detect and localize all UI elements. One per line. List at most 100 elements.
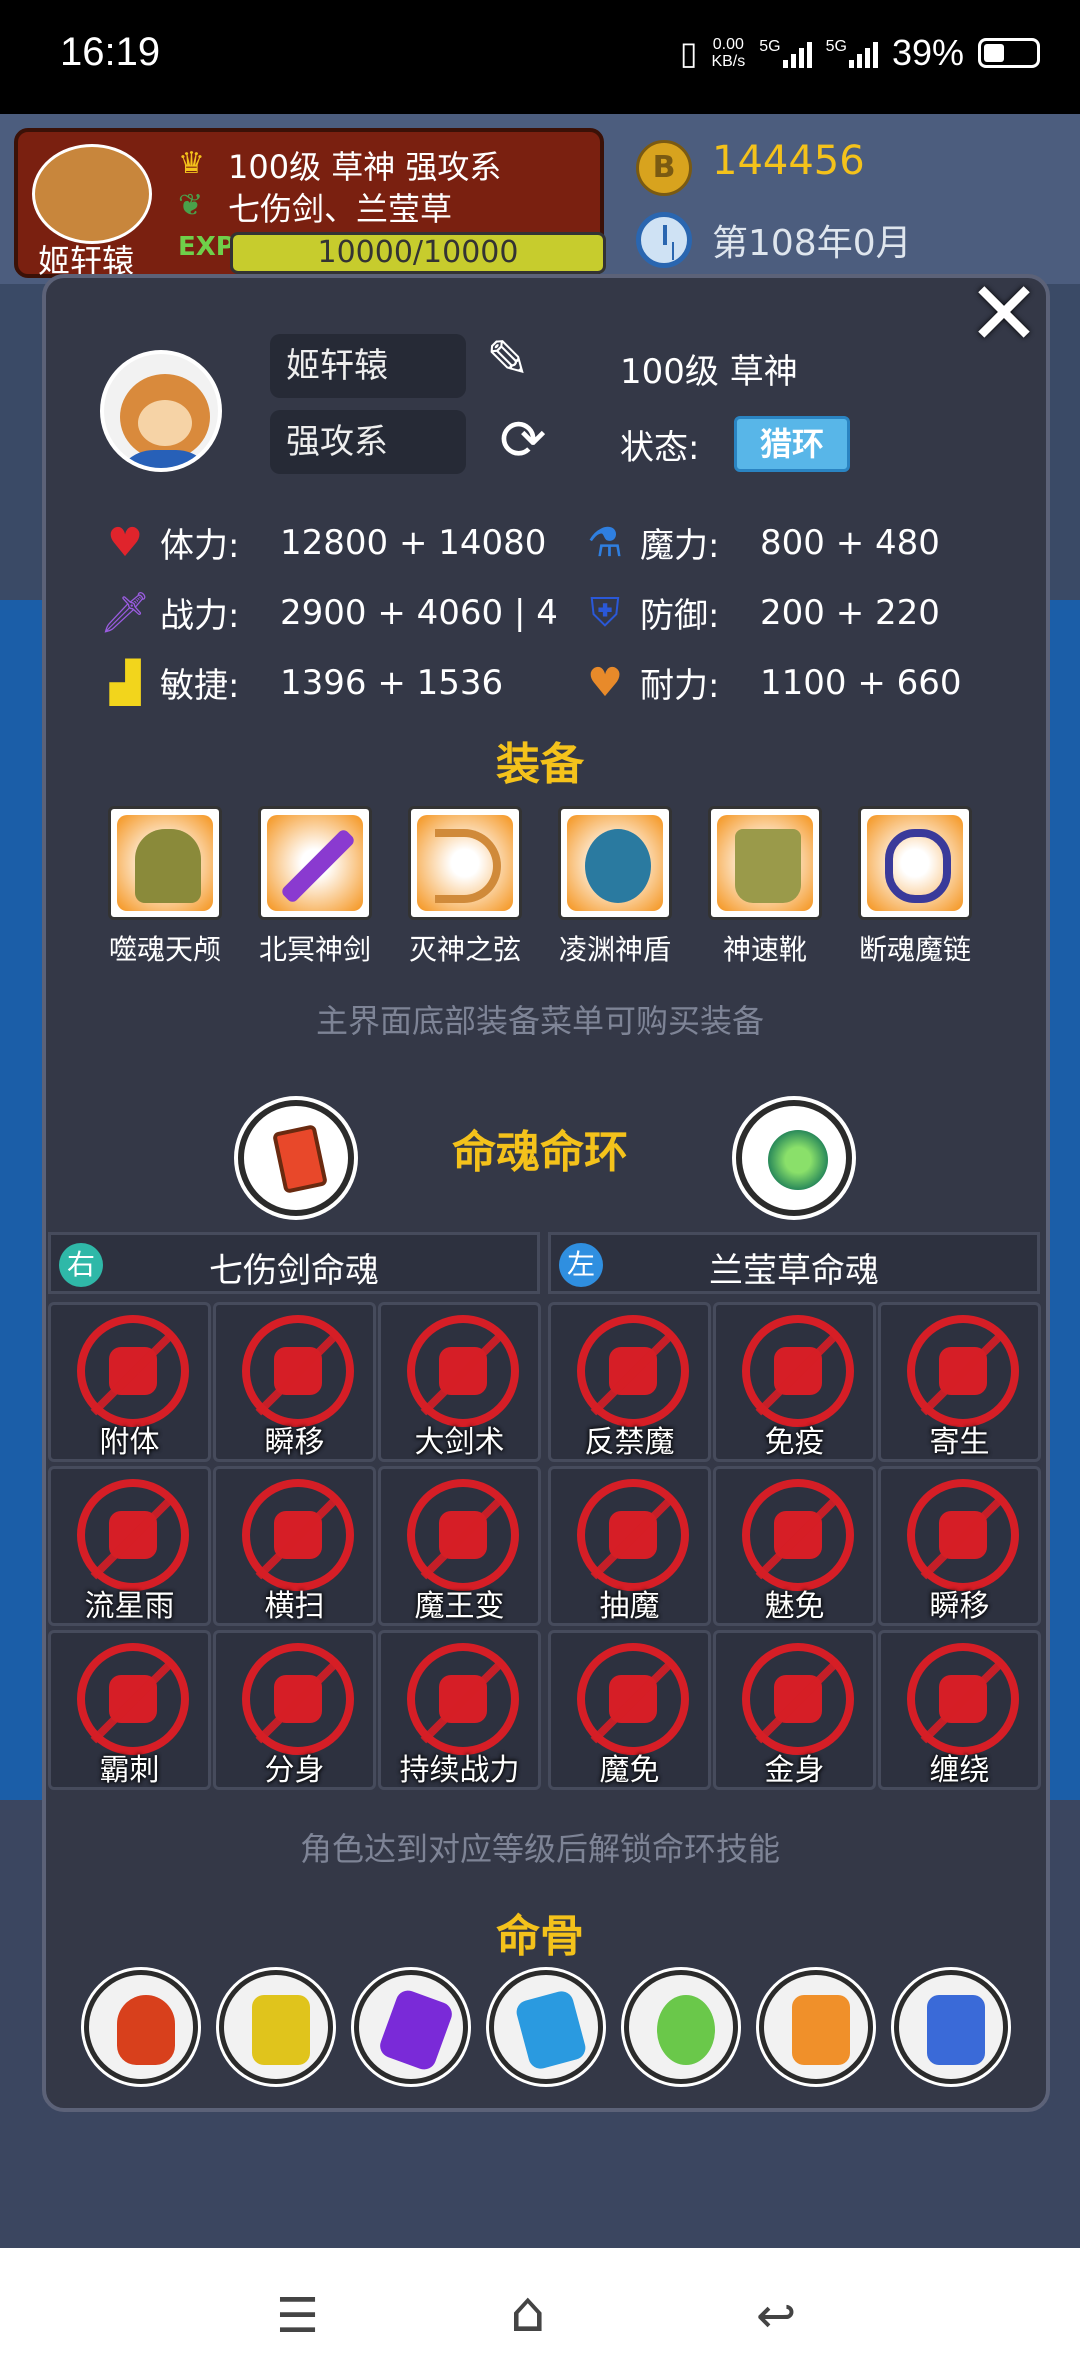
edit-pencil-icon[interactable]: ✎ bbox=[486, 330, 556, 394]
fire-bone-icon[interactable] bbox=[84, 1970, 198, 2084]
orange-bone-icon[interactable] bbox=[759, 1970, 873, 2084]
equipment-slot[interactable]: 噬魂天颅 bbox=[108, 806, 222, 968]
equipment-slot[interactable]: 凌渊神盾 bbox=[558, 806, 672, 968]
exp-label: EXP bbox=[178, 232, 235, 262]
vibrate-icon: ▯ bbox=[679, 35, 698, 71]
skill-slot[interactable]: 免疫 bbox=[713, 1302, 876, 1462]
mana-potion-icon: ⚗ bbox=[587, 519, 623, 566]
leaf-icon: ❦ bbox=[178, 188, 204, 223]
skill-name: 附体 bbox=[99, 1425, 160, 1460]
stat-label: 战力: bbox=[160, 596, 240, 636]
character-type-field[interactable]: 强攻系 bbox=[270, 410, 466, 474]
skill-name: 免疫 bbox=[764, 1425, 825, 1460]
skill-name: 瞬移 bbox=[929, 1589, 990, 1624]
stat-value: 2900 + 4060 | 4 bbox=[280, 592, 558, 633]
heart-icon: ♥ bbox=[107, 519, 143, 566]
stat-value: 1100 + 660 bbox=[760, 662, 962, 703]
stat-endurance: ♥ 耐力: 1100 + 660 bbox=[580, 658, 962, 707]
crown-icon: ♛ bbox=[178, 146, 205, 181]
skill-name: 寄生 bbox=[929, 1425, 990, 1460]
stat-power: 🗡 战力: 2900 + 4060 | 4 bbox=[100, 588, 558, 637]
skill-slot[interactable]: 大剑术 bbox=[378, 1302, 541, 1462]
skill-slot[interactable]: 抽魔 bbox=[548, 1466, 711, 1626]
sword-icon: 🗡 bbox=[99, 590, 151, 636]
signal-1-label: 5G bbox=[759, 38, 781, 55]
equipment-slot[interactable]: 神速靴 bbox=[708, 806, 822, 968]
red-gem-icon[interactable] bbox=[238, 1100, 354, 1216]
skill-name: 流星雨 bbox=[84, 1589, 175, 1624]
hero-card[interactable]: 姬轩辕 ♛ 100级 草神 强攻系 ❦ 七伤剑、兰莹草 EXP 10000/10… bbox=[14, 128, 606, 280]
signal-2-label: 5G bbox=[825, 38, 847, 55]
stat-label: 体力: bbox=[160, 526, 240, 566]
skill-slot[interactable]: 分身 bbox=[213, 1630, 376, 1790]
refresh-icon[interactable]: ⟳ bbox=[490, 408, 556, 474]
home-icon[interactable]: ⌂ bbox=[510, 2280, 546, 2345]
skill-slot[interactable]: 瞬移 bbox=[878, 1466, 1041, 1626]
skill-slot[interactable]: 附体 bbox=[48, 1302, 211, 1462]
stat-mana: ⚗ 魔力: 800 + 480 bbox=[580, 518, 940, 567]
blue-bone-icon[interactable] bbox=[489, 1970, 603, 2084]
net-speed: 0.00 KB/s bbox=[711, 36, 745, 70]
skill-slot[interactable]: 持续战力 bbox=[378, 1630, 541, 1790]
shield-icon bbox=[585, 829, 651, 903]
blue-wing-bone-icon[interactable] bbox=[894, 1970, 1008, 2084]
skill-slot[interactable]: 流星雨 bbox=[48, 1466, 211, 1626]
skill-name: 分身 bbox=[264, 1753, 325, 1788]
coin-icon: B bbox=[636, 140, 692, 196]
skill-slot[interactable]: 魔王变 bbox=[378, 1466, 541, 1626]
left-soul-header: 左 兰莹草命魂 bbox=[548, 1232, 1040, 1294]
skill-slot[interactable]: 金身 bbox=[713, 1630, 876, 1790]
character-level-title: 100级 草神 bbox=[620, 352, 798, 392]
signal-bars-icon bbox=[848, 38, 878, 68]
helmet-icon bbox=[135, 829, 201, 903]
battery-icon bbox=[978, 38, 1040, 68]
clock-icon bbox=[636, 212, 692, 268]
net-speed-value: 0.00 bbox=[712, 36, 744, 53]
skill-name: 反禁魔 bbox=[584, 1425, 675, 1460]
equipment-title: 装备 bbox=[496, 739, 584, 790]
skill-slot[interactable]: 瞬移 bbox=[213, 1302, 376, 1462]
skill-slot[interactable]: 寄生 bbox=[878, 1302, 1041, 1462]
skill-name: 大剑术 bbox=[414, 1425, 505, 1460]
purple-bone-icon[interactable] bbox=[354, 1970, 468, 2084]
battery-percent: 39% bbox=[891, 32, 964, 73]
stat-value: 200 + 220 bbox=[760, 592, 940, 633]
hero-soul-line: 七伤剑、兰莹草 bbox=[228, 190, 453, 228]
clock-time: 16:19 bbox=[60, 30, 161, 74]
coin-count: 144456 bbox=[712, 138, 865, 184]
game-date: 第108年0月 bbox=[712, 223, 912, 264]
skill-name: 霸刺 bbox=[99, 1753, 160, 1788]
back-icon[interactable]: ↩ bbox=[756, 2288, 796, 2344]
skill-slot[interactable]: 魅免 bbox=[713, 1466, 876, 1626]
character-name-field[interactable]: 姬轩辕 bbox=[270, 334, 466, 398]
close-button[interactable]: ✕ bbox=[962, 270, 1046, 358]
right-soul-header: 右 七伤剑命魂 bbox=[48, 1232, 540, 1294]
skill-slot[interactable]: 横扫 bbox=[213, 1466, 376, 1626]
skill-slot[interactable]: 霸刺 bbox=[48, 1630, 211, 1790]
equipment-slot[interactable]: 断魂魔链 bbox=[858, 806, 972, 968]
green-bone-icon[interactable] bbox=[624, 1970, 738, 2084]
equipment-hint: 主界面底部装备菜单可购买装备 bbox=[315, 1002, 764, 1040]
skill-name: 金身 bbox=[764, 1753, 825, 1788]
state-badge[interactable]: 猎环 bbox=[734, 416, 850, 472]
status-bar: 16:19 ▯ 0.00 KB/s 5G 5G 39% bbox=[0, 0, 1080, 114]
equipment-name: 噬魂天颅 bbox=[108, 933, 221, 966]
skill-slot[interactable]: 魔免 bbox=[548, 1630, 711, 1790]
chain-icon bbox=[885, 829, 951, 903]
equipment-slot[interactable]: 灭神之弦 bbox=[408, 806, 522, 968]
stat-label: 魔力: bbox=[640, 526, 720, 566]
spine-bone-icon[interactable] bbox=[219, 1970, 333, 2084]
green-grass-icon[interactable] bbox=[736, 1100, 852, 1216]
skill-name: 缠绕 bbox=[929, 1753, 990, 1788]
equipment-slot[interactable]: 北冥神剑 bbox=[258, 806, 372, 968]
skill-slot[interactable]: 反禁魔 bbox=[548, 1302, 711, 1462]
right-soul-title: 七伤剑命魂 bbox=[209, 1251, 379, 1291]
equipment-name: 断魂魔链 bbox=[858, 933, 971, 966]
skill-slot[interactable]: 缠绕 bbox=[878, 1630, 1041, 1790]
stat-value: 12800 + 14080 bbox=[280, 522, 547, 563]
stat-label: 耐力: bbox=[640, 666, 720, 706]
menu-icon[interactable]: ☰ bbox=[276, 2288, 319, 2344]
stat-label: 防御: bbox=[640, 596, 720, 636]
shield-icon: ⛨ bbox=[590, 589, 620, 636]
boot-icon: ▟ bbox=[109, 659, 141, 706]
